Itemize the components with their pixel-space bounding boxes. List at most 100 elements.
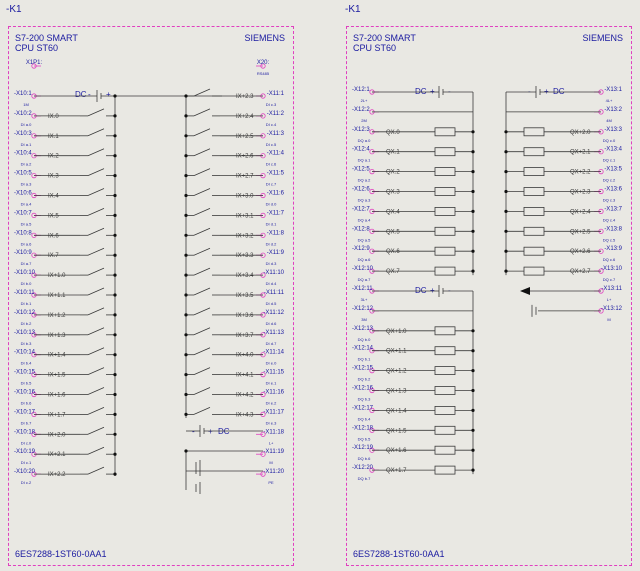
input-left-label-17: IX+2.1: [48, 452, 66, 458]
term-q-left-label-2: -X12:2: [352, 107, 370, 113]
output-right-label-2: QX+2.2: [570, 170, 591, 176]
input-right-label-4: IX+2.7: [236, 174, 254, 180]
term-left-label-2: -X10:2: [14, 111, 32, 117]
term-right-label-19: -X11:19: [263, 449, 284, 455]
output-left-label-2: QX.2: [386, 170, 400, 176]
junction-q-left-6: [471, 249, 475, 253]
coil-left2-0: [434, 326, 456, 336]
term-q-left-sub-10: DQ a.7: [358, 277, 371, 282]
contact-right-14-blade: [193, 367, 211, 375]
input-left-label-12: IX+1.4: [48, 353, 66, 359]
junction-right-7: [184, 233, 188, 237]
output-right-label-6: QX+2.6: [570, 249, 591, 255]
term-left-sub-16: DI b.6: [21, 401, 32, 406]
term-right-sub-14: DI e.0: [266, 361, 277, 366]
term-right-label-6: -X11:6: [267, 191, 285, 197]
term-right-label-16: -X11:16: [263, 390, 284, 396]
coil-right-4: [523, 206, 545, 216]
dc-supply-bottom-plus: +: [208, 427, 213, 436]
contact-right-13-blade: [193, 347, 211, 356]
contact-left-0-blade: [87, 108, 105, 117]
term-right-label-14: -X11:14: [263, 350, 284, 356]
term-right-sub-2: DI c.4: [266, 122, 277, 127]
junction-q-left2-4: [471, 408, 475, 412]
term-x20-label: X20:: [257, 60, 270, 66]
term-left-label-6: -X10:6: [14, 191, 32, 197]
junction-q-right-0: [504, 130, 508, 134]
term-right-sub-16: DI e.2: [266, 401, 277, 406]
input-right-label-3: IX+2.6: [236, 154, 254, 160]
contact-left-14-blade: [87, 387, 105, 395]
term-left-sub-3: DI a.1: [21, 142, 32, 147]
term-q-right-sub-9: DQ c.6: [603, 257, 616, 262]
term-right-label-2: -X11:2: [267, 111, 285, 117]
term-right-sub-19: M: [269, 460, 272, 465]
term-q-right-label-12: -X13:12: [601, 306, 623, 312]
term-right-sub-5: DI c.7: [266, 182, 277, 187]
junction-right-3: [184, 154, 188, 158]
term-q-left-sub-12: 3M: [361, 317, 367, 322]
term-left-label-14: -X10:14: [14, 350, 36, 356]
coil-right-7: [523, 266, 545, 276]
output-left-label-5: QX.5: [386, 229, 400, 235]
term-left-label-11: -X10:11: [14, 290, 35, 296]
junction-q-right-4: [504, 209, 508, 213]
term-q-left-sub-2: 2M: [361, 118, 367, 123]
term-left-label-17: -X10:17: [14, 409, 36, 415]
coil-right-0: [523, 127, 545, 137]
term-left-label-1: -X10:1: [14, 91, 32, 97]
term-q-right-label-9: -X13:9: [604, 246, 622, 252]
term-q-left-label-15: -X12:15: [352, 366, 374, 372]
term-left-sub-4: DI a.2: [21, 162, 32, 167]
term-q-left-label-17: -X12:17: [352, 405, 374, 411]
term-left-sub-18: DI c.0: [21, 440, 32, 445]
term-q-left-label-19: -X12:19: [352, 445, 374, 451]
junction-m: [184, 449, 188, 453]
contact-right-7-blade: [193, 227, 211, 236]
term-q-left-label-1: -X12:1: [352, 87, 370, 93]
contact-left-11-blade: [87, 327, 105, 336]
term-q-left-label-3: -X12:3: [352, 127, 370, 133]
term-right-sub-17: DI e.3: [266, 420, 277, 425]
term-right-label-18: -X11:18: [263, 429, 284, 435]
term-right-label-9: -X11:9: [267, 250, 285, 256]
term-q-left-sub-8: DQ a.5: [358, 237, 371, 242]
term-q-left-sub-3: DQ a.0: [358, 138, 371, 143]
term-q-left-sub-13: DQ b.0: [358, 337, 371, 342]
junction-q-left2-6: [471, 448, 475, 452]
input-left-label-15: IX+1.7: [48, 412, 66, 418]
input-left-label-0: IX.0: [48, 114, 59, 120]
input-left-label-5: IX.5: [48, 213, 59, 219]
junction-q-left-7: [471, 269, 475, 273]
junction-left-5: [113, 213, 117, 217]
term-q-right-label-3: -X13:3: [604, 127, 622, 133]
contact-left-3-blade: [87, 168, 105, 176]
contact-right-15-blade: [193, 387, 211, 395]
contact-left-10-blade: [87, 307, 105, 316]
junction-left-15: [113, 412, 117, 416]
term-right-sub-7: DI d.1: [266, 221, 277, 226]
term-left-label-13: -X10:13: [14, 330, 36, 336]
contact-left-5-blade: [87, 208, 105, 216]
output-left-label-6: QX.6: [386, 249, 400, 255]
term-left-label-9: -X10:9: [14, 250, 32, 256]
dc-supply-left-label: DC: [75, 90, 87, 99]
input-left-label-13: IX+1.5: [48, 373, 66, 379]
term-q-right-label-8: -X13:8: [604, 226, 622, 232]
term-right-sub-12: DI d.6: [266, 321, 277, 326]
junction-left-12: [113, 353, 117, 357]
junction-left-0: [113, 114, 117, 118]
contact-right-6-blade: [193, 208, 211, 216]
term-q-right-sub-1: 4L+: [606, 98, 613, 103]
coil-right-5: [523, 226, 545, 236]
term-q-left-label-11: -X12:11: [352, 286, 373, 292]
term-q-left-label-5: -X12:5: [352, 167, 370, 173]
output-left2-label-6: QX+1.6: [386, 448, 407, 454]
junction-left-18: [113, 472, 117, 476]
term-q-left-label-4: -X12:4: [352, 147, 370, 153]
term-left-sub-20: DI c.2: [21, 480, 32, 485]
term-left-label-4: -X10:4: [14, 151, 32, 157]
output-left2-label-3: QX+1.3: [386, 389, 407, 395]
junction-q-left-0: [471, 130, 475, 134]
contact-right-16-blade: [193, 407, 211, 415]
